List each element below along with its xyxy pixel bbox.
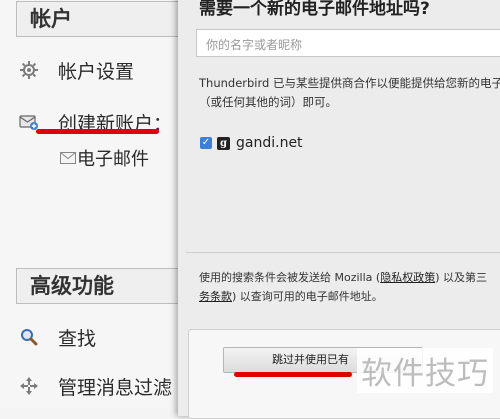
search-icon [18, 326, 40, 348]
footer-notice: 使用的搜索条件会被发送给 Mozilla (隐私权政策) 以及第三 务条款) 以… [199, 268, 500, 306]
gear-icon [18, 59, 40, 81]
footer-text-part: ) 以查询可用的电子邮件地址。 [232, 290, 383, 303]
watermark: 软件技巧 [357, 348, 493, 393]
privacy-policy-link[interactable]: 隐私权政策 [380, 271, 435, 284]
terms-link[interactable]: 务条款 [199, 290, 232, 303]
manage-filters-label: 管理消息过滤 [58, 376, 173, 399]
provider-description: Thunderbird 已与某些提供商合作以便能提供给您新的电子（或任何其他的词… [199, 76, 500, 109]
account-settings-label: 帐户设置 [58, 60, 135, 83]
annotation-underline [36, 129, 159, 134]
annotation-underline [234, 372, 352, 377]
checkbox-checked-icon[interactable]: ✓ [200, 137, 212, 149]
search-label: 查找 [58, 327, 97, 350]
name-input[interactable]: 你的名字或者昵称 [196, 29, 500, 57]
gandi-logo-icon: g [217, 136, 230, 150]
filter-arrows-icon [18, 375, 40, 397]
provider-option-gandi[interactable]: ✓ g gandi.net [200, 135, 303, 151]
account-central-panel: 帐户 帐户设置 创建新账户： 电子邮件 高级功能 查找 管理消息过滤 [0, 0, 216, 408]
provider-name: gandi.net [236, 135, 303, 151]
footer-text-part: 使用的搜索条件会被发送给 Mozilla ( [199, 271, 381, 284]
email-label: 电子邮件 [77, 149, 149, 170]
footer-text-part: ) 以及第三 [435, 271, 487, 284]
envelope-icon [57, 147, 79, 169]
dialog-title: 需要一个新的电子邮件地址吗? [199, 0, 430, 19]
footer-divider [186, 252, 500, 253]
